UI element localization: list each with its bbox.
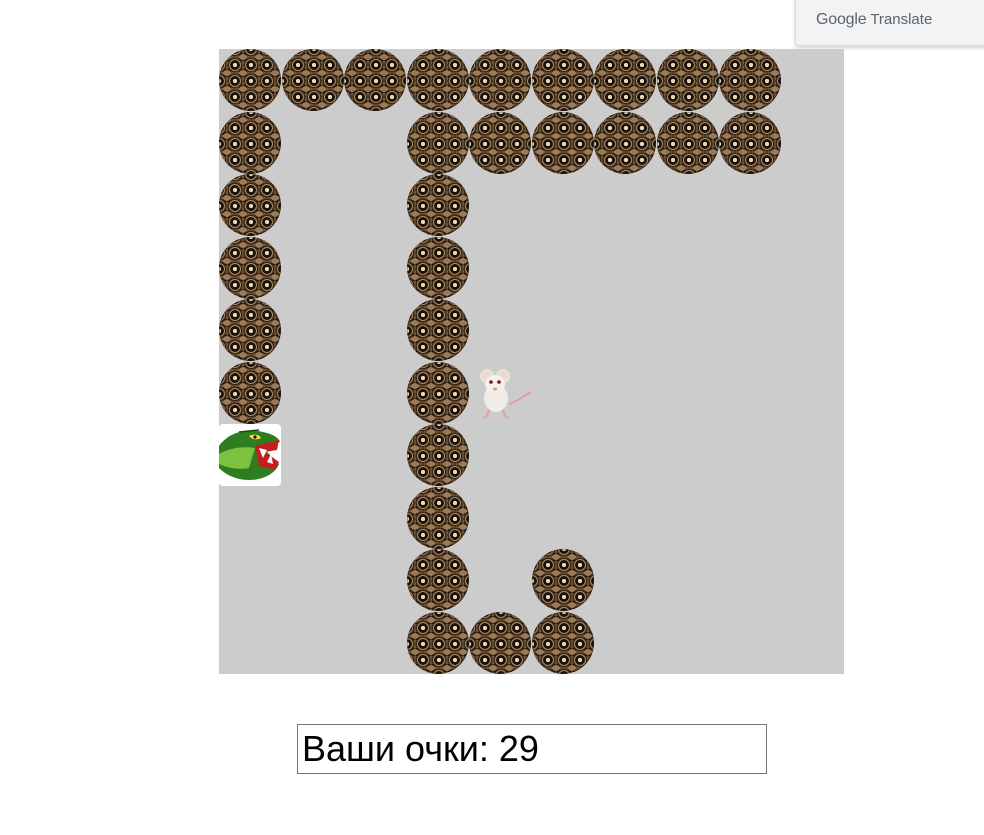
snake-body-segment <box>531 49 594 111</box>
snake-body-segment <box>406 174 469 236</box>
snake-body-segment <box>594 111 656 174</box>
snake-body-segment <box>469 49 531 111</box>
snake-body-segment <box>594 49 656 111</box>
snake-body-segment <box>219 236 281 299</box>
snake-body-segment <box>406 236 469 299</box>
snake-body-segment <box>719 49 781 111</box>
snake-body-segment <box>406 49 469 111</box>
snake-body-segment <box>219 111 281 174</box>
snake-body-segment <box>469 611 531 674</box>
game-board[interactable] <box>219 49 844 674</box>
translate-product-text: Translate <box>870 11 933 28</box>
snake-body-segment <box>656 111 719 174</box>
snake-body-segment <box>281 49 344 111</box>
snake-body-segment <box>656 49 719 111</box>
snake-head-icon <box>219 424 281 486</box>
snake-body-segment <box>406 424 469 486</box>
snake-body-segment <box>219 174 281 236</box>
snake-body-segment <box>219 49 281 111</box>
snake-body-segment <box>219 361 281 424</box>
snake-body-segment <box>406 299 469 361</box>
snake-body-segment <box>531 549 594 611</box>
snake-body-segment <box>406 549 469 611</box>
snake-body-segment <box>406 111 469 174</box>
snake-body-segment <box>344 49 406 111</box>
snake-body-segment <box>469 111 531 174</box>
mouse-icon <box>469 362 532 424</box>
google-translate-logo: Google Translate <box>816 11 932 29</box>
score-display: Ваши очки: 29 <box>297 724 767 774</box>
snake-body-segment <box>406 361 469 424</box>
google-brand-text: Google <box>816 11 867 28</box>
snake-body-segment <box>406 486 469 549</box>
snake-body-segment <box>219 299 281 361</box>
snake-body-segment <box>531 111 594 174</box>
snake-body-segment <box>406 611 469 674</box>
snake-body-segment <box>531 611 594 674</box>
snake-body-segment <box>719 111 781 174</box>
google-translate-popup[interactable]: Google Translate <box>795 0 984 46</box>
